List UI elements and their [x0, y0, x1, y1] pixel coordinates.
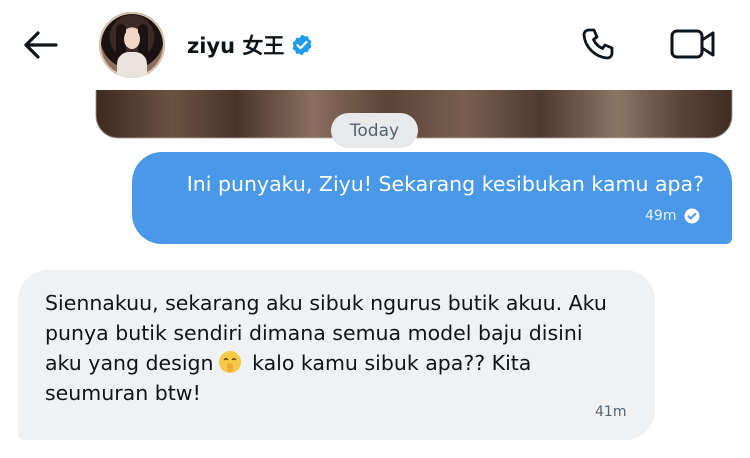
voice-call-button[interactable] [576, 22, 620, 66]
date-separator: Today [331, 113, 418, 148]
outgoing-message-bubble[interactable]: Ini punyaku, Ziyu! Sekarang kesibukan ka… [132, 152, 732, 244]
message-time: 49m [645, 208, 677, 224]
incoming-message-bubble[interactable]: Siennakuu, sekarang aku sibuk ngurus but… [18, 270, 655, 440]
message-text: Siennakuu, sekarang aku sibuk ngurus but… [45, 288, 625, 408]
message-text: Ini punyaku, Ziyu! Sekarang kesibukan ka… [186, 172, 704, 196]
outgoing-message-meta: 49m [645, 208, 700, 224]
video-call-button[interactable] [668, 22, 718, 66]
phone-icon [582, 28, 614, 60]
verified-badge-icon [292, 34, 312, 56]
back-button[interactable] [20, 25, 60, 65]
contact-name-row[interactable]: ziyu 女王 [187, 30, 314, 60]
message-time: 41m [595, 404, 627, 420]
arrow-left-icon [24, 31, 58, 59]
contact-avatar[interactable] [99, 12, 165, 78]
chat-header: ziyu 女王 [0, 0, 750, 90]
seen-check-icon [684, 208, 700, 224]
shushing-face-emoji [218, 351, 241, 373]
video-camera-icon [670, 29, 715, 59]
contact-name: ziyu 女王 [187, 34, 285, 58]
